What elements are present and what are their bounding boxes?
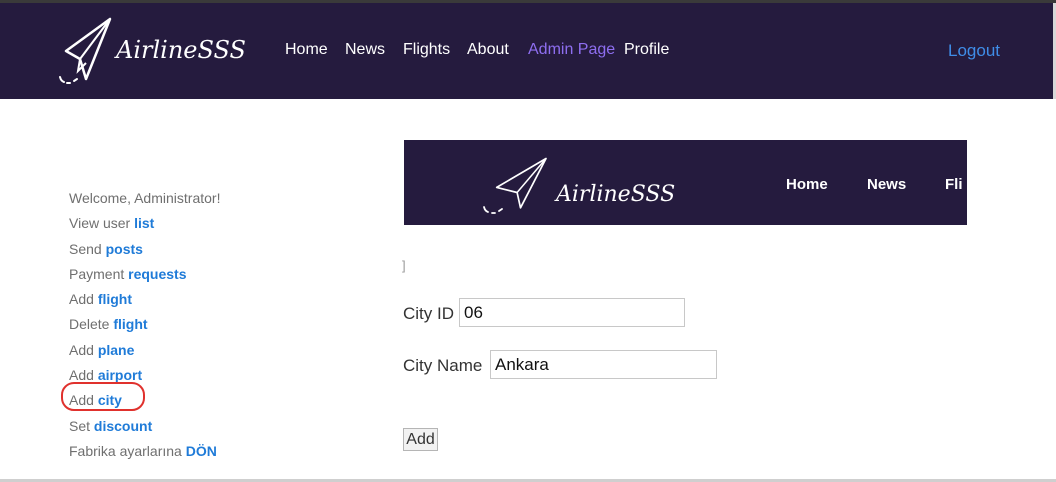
nav-profile[interactable]: Profile <box>624 41 669 59</box>
welcome-text: Welcome, Administrator! <box>69 190 221 206</box>
nav-admin-page[interactable]: Admin Page <box>528 41 615 59</box>
embedded-navbar: AirlineSSS Home News Fli <box>404 140 967 225</box>
logout-link[interactable]: Logout <box>948 41 1000 61</box>
city-id-input[interactable] <box>459 298 685 327</box>
nav-about[interactable]: About <box>467 41 509 59</box>
city-id-label: City ID <box>403 304 454 323</box>
admin-sidebar: Welcome, Administrator! View user list S… <box>69 187 329 465</box>
embedded-brand-logo[interactable]: AirlineSSS <box>478 150 678 220</box>
paper-plane-icon <box>59 17 112 84</box>
top-navbar: AirlineSSS Home News Flights About Admin… <box>0 3 1056 99</box>
nav-flights[interactable]: Flights <box>403 41 450 59</box>
sidebar-item-payment-requests: Payment requests <box>69 265 187 282</box>
payment-requests-link[interactable]: requests <box>128 266 186 282</box>
city-name-label: City Name <box>403 356 483 375</box>
add-plane-link[interactable]: plane <box>98 342 135 358</box>
delete-flight-link[interactable]: flight <box>113 316 147 332</box>
brand-name: AirlineSSS <box>116 36 246 64</box>
cropped-fragment: ] <box>402 258 406 273</box>
embedded-nav-home[interactable]: Home <box>786 176 828 193</box>
view-user-list-link[interactable]: list <box>134 215 154 231</box>
embedded-nav-flights[interactable]: Fli <box>945 176 963 193</box>
add-airport-link[interactable]: airport <box>98 367 142 383</box>
sidebar-item-delete-flight: Delete flight <box>69 316 148 333</box>
embedded-brand-name: AirlineSSS <box>556 182 676 207</box>
city-name-input[interactable] <box>490 350 717 379</box>
paper-plane-icon <box>483 157 547 214</box>
embedded-nav-news[interactable]: News <box>867 176 906 193</box>
add-city-highlight <box>61 382 145 411</box>
sidebar-item-add-plane: Add plane <box>69 341 135 358</box>
set-discount-link[interactable]: discount <box>94 418 152 434</box>
sidebar-item-send-posts: Send posts <box>69 240 143 257</box>
send-posts-link[interactable]: posts <box>106 241 143 257</box>
nav-news[interactable]: News <box>345 41 385 59</box>
sidebar-item-set-discount: Set discount <box>69 417 153 434</box>
add-button[interactable]: Add <box>403 428 438 451</box>
sidebar-item-add-flight: Add flight <box>69 291 133 308</box>
add-flight-link[interactable]: flight <box>98 291 132 307</box>
factory-reset-link[interactable]: DÖN <box>186 443 217 459</box>
nav-home[interactable]: Home <box>285 41 328 59</box>
brand-logo[interactable]: AirlineSSS <box>56 15 246 95</box>
sidebar-item-factory-reset: Fabrika ayarlarına DÖN <box>69 442 217 459</box>
sidebar-item-view-user-list: View user list <box>69 215 155 232</box>
